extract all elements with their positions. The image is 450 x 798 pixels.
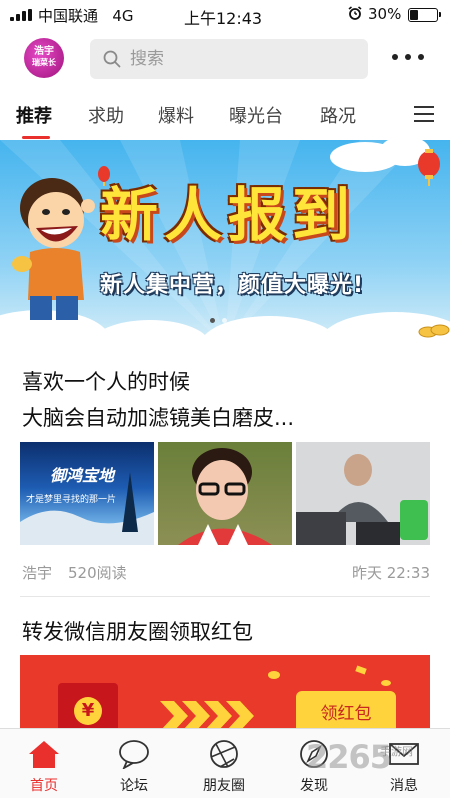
battery-percent: 30% xyxy=(368,5,402,23)
coins-icon xyxy=(418,324,450,338)
thumbnail-caption: 御鸿宝地 xyxy=(50,466,115,485)
carousel-dots[interactable] xyxy=(210,318,234,324)
status-bar: 中国联通 4G 上午12:43 30% xyxy=(0,0,450,30)
thumbnail-portrait xyxy=(178,448,272,545)
article-author[interactable]: 浩宇 xyxy=(22,562,52,583)
banner-subtitle: 新人集中营，颜值大曝光! xyxy=(100,273,365,298)
tab-traffic[interactable]: 路况 xyxy=(320,102,356,128)
tab-recommend[interactable]: 推荐 xyxy=(16,102,52,128)
nav-label: 发现 xyxy=(300,778,328,794)
search-bar[interactable] xyxy=(90,39,368,79)
carrier-label: 中国联通 4G xyxy=(38,7,134,25)
more-icon[interactable] xyxy=(388,54,428,64)
article-thumbnails[interactable]: 御鸿宝地 才是梦里寻找的那一片 xyxy=(20,442,430,545)
menu-icon[interactable] xyxy=(414,106,434,122)
nav-moments[interactable]: 朋友圈 xyxy=(184,729,264,798)
nav-label: 消息 xyxy=(390,778,418,794)
yuan-icon: ¥ xyxy=(74,697,102,725)
thumbnail-room xyxy=(296,442,430,545)
article-title-line1[interactable]: 喜欢一个人的时候 xyxy=(22,366,190,396)
thumbnail-image[interactable] xyxy=(158,442,292,545)
red-packet-promo[interactable]: ¥ 领红包 xyxy=(20,655,430,730)
tab-breaking[interactable]: 爆料 xyxy=(158,102,194,128)
divider xyxy=(20,596,430,597)
nav-label: 首页 xyxy=(30,778,58,794)
app-logo[interactable]: 浩宇 瑞菜长 xyxy=(24,38,64,78)
article-reads: 520阅读 xyxy=(68,564,127,582)
network-label: 4G xyxy=(112,7,134,25)
category-tabs: 推荐 求助 爆料 曝光台 路况 xyxy=(0,88,450,140)
red-envelope-icon: ¥ xyxy=(58,683,118,730)
article-time: 昨天 22:33 xyxy=(352,564,430,582)
watermark: 2265 xyxy=(306,738,392,776)
confetti xyxy=(268,665,391,686)
signal-icon xyxy=(10,9,32,21)
app-header: 浩宇 瑞菜长 xyxy=(0,30,450,88)
tab-help[interactable]: 求助 xyxy=(88,102,124,128)
active-tab-indicator xyxy=(22,136,50,139)
claim-red-packet-button[interactable]: 领红包 xyxy=(296,691,396,730)
lantern-icon xyxy=(418,149,440,186)
thumbnail-image[interactable] xyxy=(296,442,430,545)
nav-home[interactable]: 首页 xyxy=(4,729,84,798)
status-time: 上午12:43 xyxy=(184,9,263,28)
watermark-sub: 手游网 xyxy=(380,745,413,758)
nav-label: 朋友圈 xyxy=(203,778,245,794)
camera-aperture-icon xyxy=(210,740,238,768)
search-input[interactable] xyxy=(130,39,350,79)
article-title-line2[interactable]: 大脑会自动加滤镜美白磨皮... xyxy=(22,402,294,432)
thumbnail-image[interactable]: 御鸿宝地 才是梦里寻找的那一片 xyxy=(20,442,154,545)
mascot-illustration xyxy=(12,178,95,320)
article2-title[interactable]: 转发微信朋友圈领取红包 xyxy=(22,616,253,646)
arrows-icon xyxy=(160,701,254,730)
chat-bubble-icon xyxy=(119,740,149,769)
battery-icon xyxy=(408,8,441,22)
nav-label: 论坛 xyxy=(120,778,148,794)
alarm-icon xyxy=(348,6,362,20)
tab-exposure[interactable]: 曝光台 xyxy=(229,102,283,128)
search-icon xyxy=(103,50,121,68)
nav-forum[interactable]: 论坛 xyxy=(94,729,174,798)
home-icon xyxy=(29,741,59,768)
thumbnail-subcaption: 才是梦里寻找的那一片 xyxy=(26,495,117,505)
promo-banner[interactable]: 新人报到 新人集中营，颜值大曝光! xyxy=(0,140,450,345)
banner-title: 新人报到 xyxy=(100,181,357,249)
